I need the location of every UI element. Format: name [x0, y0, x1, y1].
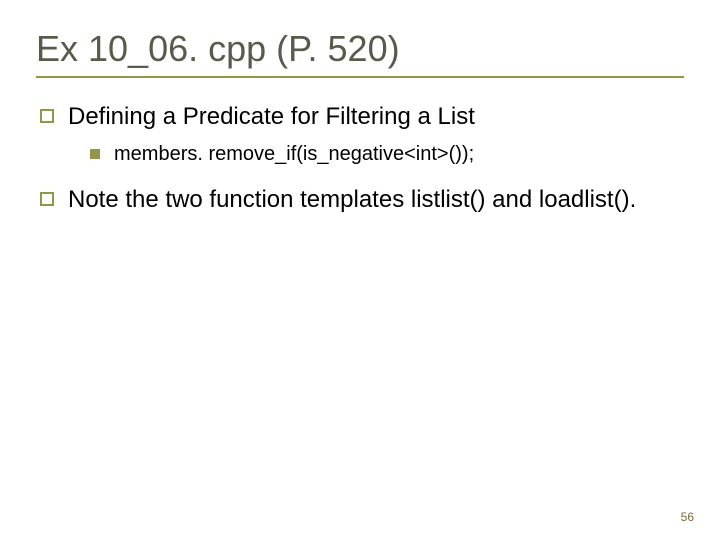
sub-bullet-text: members. remove_if(is_negative<int>());: [114, 142, 474, 167]
bullet-solid-icon: [90, 149, 100, 159]
slide-content: Ex 10_06. cpp (P. 520) Defining a Predic…: [0, 0, 720, 215]
bullet-outline-icon: [40, 192, 54, 206]
bullet-item: Note the two function templates listlist…: [36, 185, 684, 215]
bullet-outline-icon: [40, 109, 54, 123]
bullet-item: Defining a Predicate for Filtering a Lis…: [36, 102, 684, 132]
page-number: 56: [681, 510, 694, 524]
bullet-text: Defining a Predicate for Filtering a Lis…: [68, 102, 475, 132]
sub-bullet-item: members. remove_if(is_negative<int>());: [90, 142, 684, 167]
slide-title: Ex 10_06. cpp (P. 520): [36, 28, 684, 78]
bullet-text: Note the two function templates listlist…: [68, 185, 636, 215]
